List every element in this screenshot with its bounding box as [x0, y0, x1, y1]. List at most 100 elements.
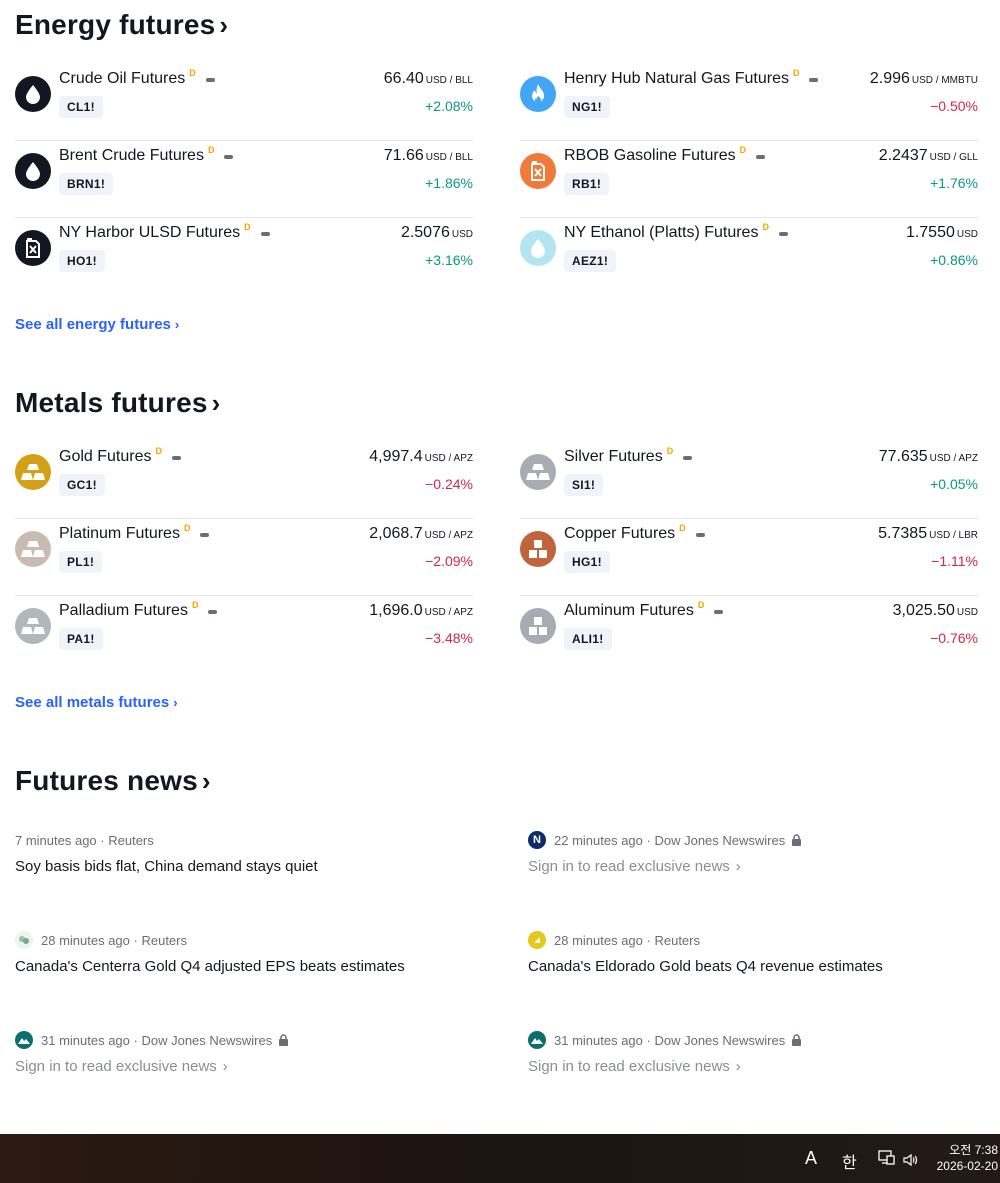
futures-row[interactable]: Henry Hub Natural Gas Futures D NG1! 2.996 U…	[520, 64, 978, 141]
futures-row[interactable]: RBOB Gasoline Futures D RB1! 2.2437 USD / GL…	[520, 141, 978, 218]
news-time: 31 minutes ago	[554, 1032, 643, 1048]
ticker-badge[interactable]: HG1!	[564, 551, 610, 573]
news-item[interactable]: 31 minutes ago · Dow Jones Newswires Sign…	[528, 1030, 978, 1130]
ticker-badge[interactable]: RB1!	[564, 173, 610, 195]
change-percent: +3.16%	[425, 252, 473, 268]
news-item[interactable]: N 22 minutes ago · Dow Jones Newswires Sig…	[528, 830, 978, 930]
futures-row[interactable]: Brent Crude Futures D BRN1! 71.66 USD / BLL +…	[15, 141, 473, 218]
energy-futures-list: Crude Oil Futures D CL1! 66.40 USD / BLL +2.0…	[15, 64, 978, 295]
delayed-badge: D	[189, 68, 196, 78]
futures-row[interactable]: Gold Futures D GC1! 4,997.4 USD / APZ −0.24%	[15, 442, 473, 519]
system-clock[interactable]: 오전 7:38 2026-02-20	[937, 1142, 998, 1174]
futures-row[interactable]: Crude Oil Futures D CL1! 66.40 USD / BLL +2.0…	[15, 64, 473, 141]
ticker-badge[interactable]: BRN1!	[59, 173, 114, 195]
delayed-badge: D	[679, 523, 686, 533]
ime-mode-indicator[interactable]: A	[805, 1148, 817, 1169]
news-headline[interactable]: Canada's Eldorado Gold beats Q4 revenue …	[528, 958, 978, 975]
news-time: 28 minutes ago	[554, 932, 643, 948]
centerra-icon	[15, 931, 33, 949]
sign-in-link[interactable]: Sign in to read exclusive news ›	[528, 858, 978, 875]
change-percent: −0.50%	[930, 98, 978, 114]
price-value: 77.635 USD / APZ	[878, 448, 978, 465]
price-value: 1.7550 USD	[905, 224, 978, 241]
news-item[interactable]: 28 minutes ago · Reuters Canada's Centerr…	[15, 930, 528, 1030]
see-all-energy-link[interactable]: See all energy futures ›	[15, 316, 179, 333]
market-status-icon	[756, 155, 766, 159]
futures-row[interactable]: NY Ethanol (Platts) Futures D AEZ1! 1.7550 U…	[520, 218, 978, 295]
symbol-name: Brent Crude Futures D	[59, 145, 234, 165]
ticker-badge[interactable]: PL1!	[59, 551, 103, 573]
energy-futures-heading[interactable]: Energy futures ›	[15, 8, 228, 41]
change-percent: −1.11%	[931, 553, 978, 569]
delayed-badge: D	[207, 145, 215, 155]
chevron-right-icon: ›	[173, 695, 178, 710]
price-value: 5.7385 USD / LBR	[878, 525, 978, 542]
ticker-badge[interactable]: AEZ1!	[564, 250, 617, 272]
market-status-icon	[778, 232, 788, 236]
symbol-name: Crude Oil Futures D	[59, 68, 215, 88]
futures-row[interactable]: Aluminum Futures D ALI1! 3,025.50 USD −0.76%	[520, 596, 978, 673]
news-item[interactable]: 31 minutes ago · Dow Jones Newswires Sign…	[15, 1030, 528, 1130]
ticker-badge[interactable]: NG1!	[564, 96, 610, 118]
metals-futures-heading[interactable]: Metals futures ›	[15, 386, 220, 419]
delayed-badge: D	[666, 446, 674, 456]
change-percent: +1.86%	[425, 175, 473, 191]
news-source: Dow Jones Newswires	[654, 1032, 786, 1048]
price-value: 2.2437 USD / GLL	[878, 147, 978, 164]
mountain-icon	[528, 1031, 546, 1049]
futures-news-heading[interactable]: Futures news ›	[15, 764, 211, 797]
news-meta: 31 minutes ago · Dow Jones Newswires	[15, 1030, 528, 1050]
change-percent: −3.48%	[425, 630, 473, 646]
price-value: 2.996 USD / MMBTU	[869, 70, 978, 87]
symbol-name: Copper Futures D	[564, 523, 705, 543]
ticker-badge[interactable]: ALI1!	[564, 628, 612, 650]
symbol-name: Gold Futures D	[59, 446, 181, 466]
futures-row[interactable]: Copper Futures D HG1! 5.7385 USD / LBR −1.11%	[520, 519, 978, 596]
eldorado-icon	[528, 931, 546, 949]
news-item[interactable]: 28 minutes ago · Reuters Canada's Eldorad…	[528, 930, 978, 1030]
price-unit: USD / APZ	[424, 530, 473, 541]
ime-hangul-indicator[interactable]: 한	[842, 1149, 857, 1173]
price-unit: USD / BLL	[425, 152, 473, 163]
price-value: 2.5076 USD	[400, 224, 473, 241]
market-status-icon	[809, 78, 819, 82]
volume-icon[interactable]	[903, 1151, 919, 1172]
price-value: 4,997.4 USD / APZ	[369, 448, 473, 465]
chevron-right-icon: ›	[211, 388, 221, 418]
symbol-name: Silver Futures D	[564, 446, 693, 466]
price-unit: USD	[956, 229, 978, 240]
delayed-badge: D	[183, 523, 191, 533]
news-source: Dow Jones Newswires	[141, 1032, 273, 1048]
delayed-badge: D	[792, 68, 800, 78]
futures-row[interactable]: Silver Futures D SI1! 77.635 USD / APZ +0.05%	[520, 442, 978, 519]
news-headline[interactable]: Soy basis bids flat, China demand stays …	[15, 858, 528, 875]
change-percent: −0.76%	[930, 630, 978, 646]
ticker-badge[interactable]: GC1!	[59, 474, 105, 496]
ticker-badge[interactable]: HO1!	[59, 250, 105, 272]
news-meta: 31 minutes ago · Dow Jones Newswires	[528, 1030, 978, 1050]
sign-in-link[interactable]: Sign in to read exclusive news ›	[528, 1058, 978, 1075]
ticker-badge[interactable]: PA1!	[59, 628, 103, 650]
news-headline[interactable]: Canada's Centerra Gold Q4 adjusted EPS b…	[15, 958, 528, 975]
chevron-right-icon: ›	[174, 317, 180, 332]
change-percent: −2.09%	[425, 553, 473, 569]
price-unit: USD / MMBTU	[911, 75, 978, 86]
symbol-name: Aluminum Futures D	[564, 600, 724, 620]
metals-futures-list: Gold Futures D GC1! 4,997.4 USD / APZ −0.24% S…	[15, 442, 978, 673]
gold-bars-icon	[15, 454, 51, 490]
futures-row[interactable]: NY Harbor ULSD Futures D HO1! 2.5076 USD +3.1…	[15, 218, 473, 295]
delayed-badge: D	[739, 145, 747, 155]
see-all-metals-link[interactable]: See all metals futures ›	[15, 694, 178, 711]
futures-row[interactable]: Platinum Futures D PL1! 2,068.7 USD / APZ −2.…	[15, 519, 473, 596]
ticker-badge[interactable]: CL1!	[59, 96, 103, 118]
futures-row[interactable]: Palladium Futures D PA1! 1,696.0 USD / APZ −3…	[15, 596, 473, 673]
news-item[interactable]: 7 minutes ago · Reuters Soy basis bids fl…	[15, 830, 528, 930]
market-status-icon	[200, 533, 210, 537]
ticker-badge[interactable]: SI1!	[564, 474, 604, 496]
network-icon[interactable]	[878, 1150, 896, 1171]
symbol-name: Henry Hub Natural Gas Futures D	[564, 68, 819, 88]
price-value: 66.40 USD / BLL	[383, 70, 473, 87]
market-status-icon	[683, 456, 693, 460]
sign-in-link[interactable]: Sign in to read exclusive news ›	[15, 1058, 528, 1075]
flame-icon	[520, 76, 556, 112]
